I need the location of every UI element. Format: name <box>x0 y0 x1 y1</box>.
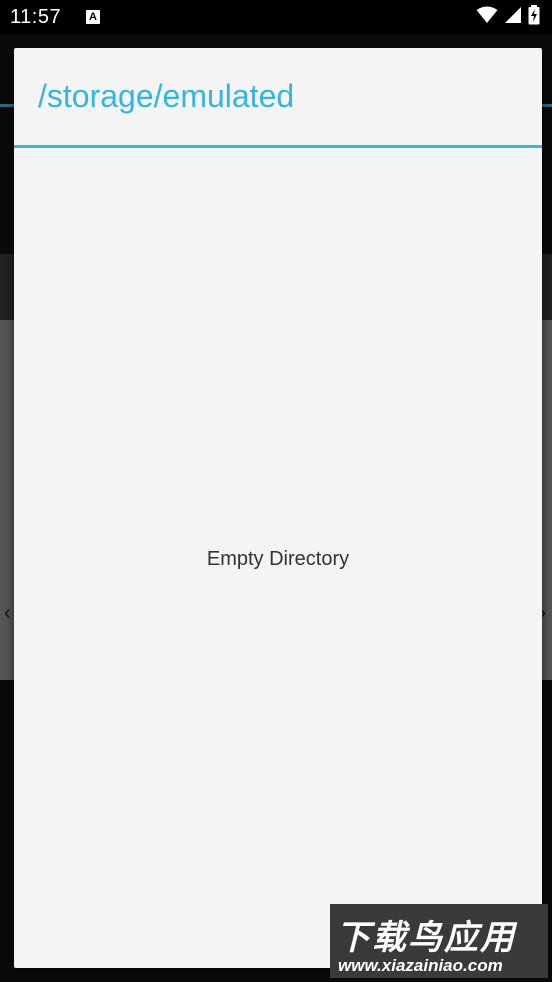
directory-dialog: /storage/emulated Empty Directory <box>14 48 542 968</box>
battery-charging-icon <box>528 4 540 30</box>
status-icons <box>476 4 540 30</box>
watermark-logo: 下载鸟应用 <box>336 918 516 958</box>
screen: 11:57 A ‹ › /storage/emulated Empty Dire… <box>0 0 552 982</box>
signal-icon <box>504 6 522 29</box>
status-time: 11:57 <box>10 6 62 28</box>
chevron-left-icon: ‹ <box>4 602 11 624</box>
dialog-title-divider <box>14 145 542 148</box>
status-bar: 11:57 A <box>0 0 552 34</box>
watermark: 下载鸟应用 www.xiazainiao.com <box>330 904 548 978</box>
empty-directory-message: Empty Directory <box>206 548 350 570</box>
watermark-url: www.xiazainiao.com <box>338 956 503 975</box>
wifi-icon <box>476 6 498 29</box>
notification-icon: A <box>86 10 100 24</box>
dialog-title: /storage/emulated <box>38 78 295 114</box>
